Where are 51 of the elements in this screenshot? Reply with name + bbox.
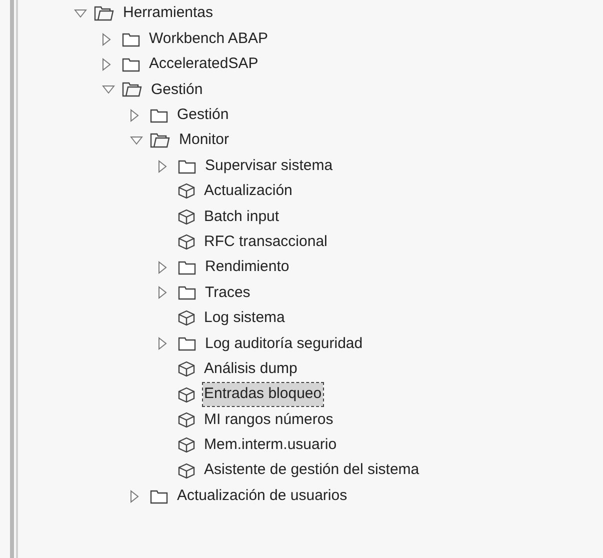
tree-node-label[interactable]: Batch input	[203, 206, 280, 228]
tree-node-label[interactable]: AcceleratedSAP	[148, 53, 260, 76]
triangle-right-icon[interactable]	[158, 286, 167, 300]
tree-node-label[interactable]: Actualización de usuarios	[176, 484, 348, 508]
triangle-right-icon[interactable]	[102, 58, 111, 71]
cube-icon	[178, 386, 195, 403]
folder-icon	[178, 158, 196, 174]
tree-node-label[interactable]: Log auditoría seguridad	[204, 332, 364, 356]
cube-icon	[178, 234, 195, 250]
cube-icon	[178, 412, 195, 428]
tree-node-label[interactable]: Monitor	[178, 129, 230, 152]
tree-node-label[interactable]: MI rangos números	[203, 408, 334, 432]
triangle-right-icon[interactable]	[158, 160, 167, 173]
triangle-right-icon[interactable]	[158, 261, 167, 274]
triangle-down-icon[interactable]	[130, 136, 143, 146]
folder-icon	[150, 108, 168, 123]
cube-icon	[178, 208, 195, 225]
tree-node-label[interactable]: Supervisar sistema	[204, 154, 334, 178]
cube-icon	[178, 310, 195, 326]
triangle-right-icon[interactable]	[130, 490, 139, 503]
triangle-down-icon[interactable]	[102, 85, 115, 94]
folder-icon	[178, 285, 196, 300]
cube-icon	[178, 437, 195, 454]
tree-node-label[interactable]: Entradas bloqueo	[203, 383, 323, 406]
tree-node-label[interactable]: Mem.interm.usuario	[203, 434, 338, 457]
tree-node-label[interactable]: Rendimiento	[204, 256, 290, 279]
folder-icon	[122, 56, 140, 72]
tree-node-label[interactable]: Workbench ABAP	[148, 28, 269, 50]
folder-icon	[178, 260, 196, 276]
open-folder-icon	[122, 82, 142, 98]
tree-node-label[interactable]: RFC transaccional	[203, 230, 328, 254]
tree-node-label[interactable]: Análisis dump	[203, 358, 298, 380]
tree-node-label[interactable]: Actualización	[203, 180, 294, 203]
open-folder-icon	[94, 6, 114, 22]
triangle-down-icon[interactable]	[74, 9, 87, 18]
folder-icon	[150, 488, 168, 504]
tree-node-label[interactable]: Gestión	[176, 104, 230, 126]
folder-icon	[178, 336, 196, 352]
triangle-right-icon[interactable]	[102, 32, 111, 46]
triangle-right-icon[interactable]	[158, 337, 167, 350]
tree-node-label[interactable]: Gestión	[150, 78, 204, 102]
triangle-right-icon[interactable]	[130, 108, 139, 122]
tree-node-label[interactable]: Traces	[204, 282, 252, 304]
folder-icon	[122, 32, 140, 47]
cube-icon	[178, 183, 195, 200]
open-folder-icon	[150, 133, 170, 148]
cube-icon	[178, 361, 195, 378]
cube-icon	[178, 462, 195, 479]
tree-node-label[interactable]: Asistente de gestión del sistema	[203, 459, 420, 482]
tree-node-label[interactable]: Log sistema	[203, 307, 286, 330]
tree-node-label[interactable]: Herramientas	[122, 2, 214, 25]
